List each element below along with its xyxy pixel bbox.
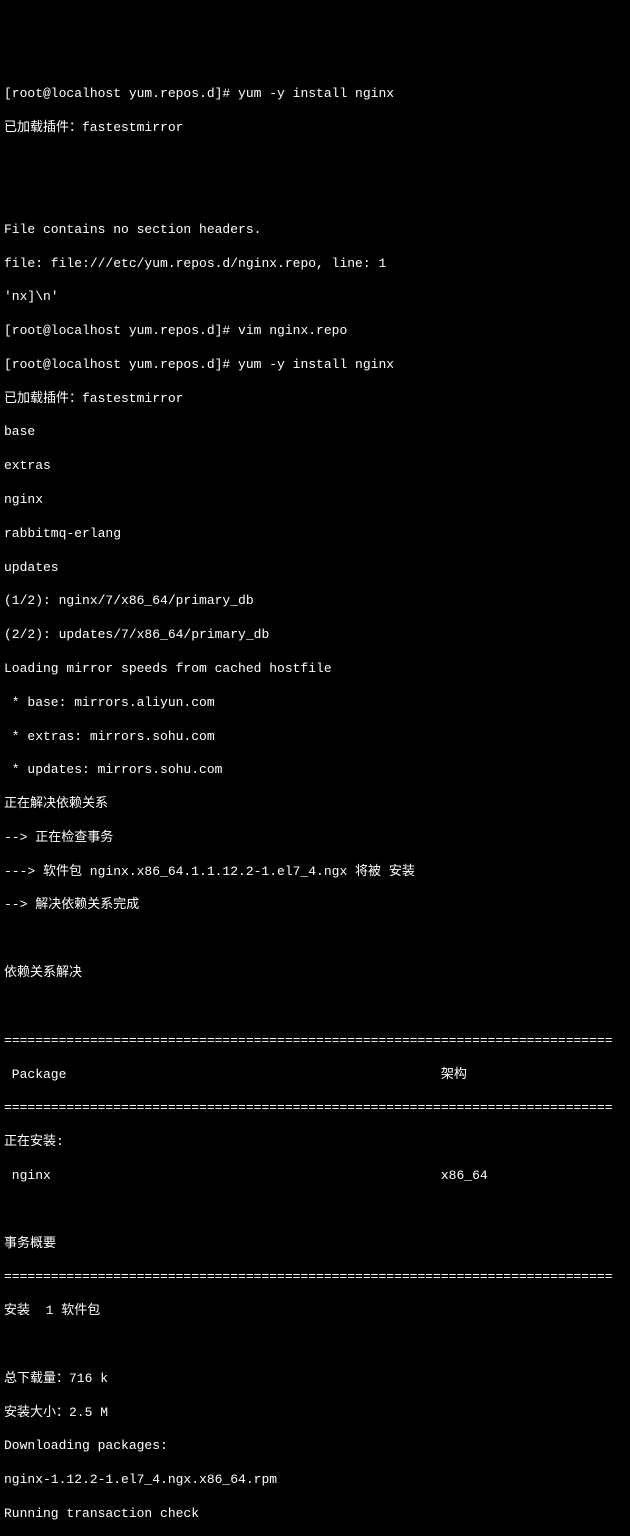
terminal-line: * base: mirrors.aliyun.com [4,695,626,712]
terminal-line: Running transaction check [4,1506,626,1523]
terminal-line [4,1337,626,1354]
terminal-line: File contains no section headers. [4,222,626,239]
terminal-line: --> 正在检查事务 [4,830,626,847]
terminal-line: * updates: mirrors.sohu.com [4,762,626,779]
terminal-line: file: file:///etc/yum.repos.d/nginx.repo… [4,256,626,273]
terminal-line [4,1202,626,1219]
terminal-line: 总下载量：716 k [4,1371,626,1388]
terminal-line: * extras: mirrors.sohu.com [4,729,626,746]
terminal-line: 依赖关系解决 [4,965,626,982]
terminal-line: 正在安装: [4,1134,626,1151]
terminal-line: (1/2): nginx/7/x86_64/primary_db [4,593,626,610]
terminal-separator: ========================================… [4,1269,626,1286]
terminal-line: [root@localhost yum.repos.d]# yum -y ins… [4,86,626,103]
terminal-line: 已加载插件：fastestmirror [4,120,626,137]
terminal-line: nginx x86_64 [4,1168,626,1185]
terminal-separator: ========================================… [4,1100,626,1117]
terminal-line: (2/2): updates/7/x86_64/primary_db [4,627,626,644]
terminal-line: Loading mirror speeds from cached hostfi… [4,661,626,678]
terminal-line: --> 解决依赖关系完成 [4,897,626,914]
terminal-line: 已加载插件：fastestmirror [4,391,626,408]
terminal-separator: ========================================… [4,1033,626,1050]
terminal-line [4,154,626,171]
terminal-line: nginx [4,492,626,509]
terminal-header: Package 架构 [4,1067,626,1084]
terminal-line: 安装 1 软件包 [4,1303,626,1320]
terminal-line: [root@localhost yum.repos.d]# yum -y ins… [4,357,626,374]
terminal-line [4,931,626,948]
terminal-line: base [4,424,626,441]
terminal-output: [root@localhost yum.repos.d]# yum -y ins… [4,70,626,1536]
terminal-line: 正在解决依赖关系 [4,796,626,813]
terminal-line: 安装大小：2.5 M [4,1405,626,1422]
terminal-line: nginx-1.12.2-1.el7_4.ngx.x86_64.rpm [4,1472,626,1489]
terminal-line: [root@localhost yum.repos.d]# vim nginx.… [4,323,626,340]
terminal-line: extras [4,458,626,475]
terminal-line: updates [4,560,626,577]
terminal-line: 事务概要 [4,1236,626,1253]
terminal-line: Downloading packages: [4,1438,626,1455]
terminal-line: ---> 软件包 nginx.x86_64.1.1.12.2-1.el7_4.n… [4,864,626,881]
terminal-line: rabbitmq-erlang [4,526,626,543]
terminal-line: 'nx]\n' [4,289,626,306]
terminal-line [4,188,626,205]
terminal-line [4,999,626,1016]
